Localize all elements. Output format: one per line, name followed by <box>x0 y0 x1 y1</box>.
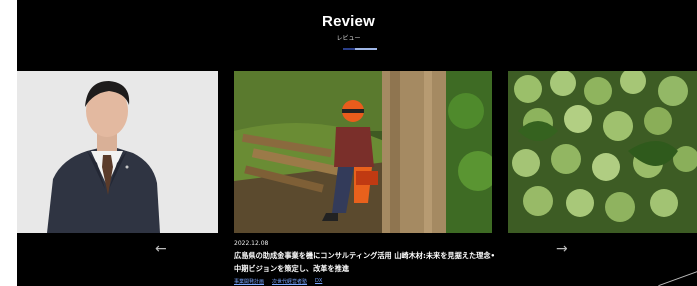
page-edge <box>0 0 17 286</box>
carousel-slide-prev[interactable] <box>17 71 218 233</box>
forestry-worker-image <box>234 71 492 233</box>
title-underline <box>343 48 377 50</box>
carousel-prev-button[interactable]: ← <box>155 241 167 257</box>
article-date: 2022.12.08 <box>234 240 269 247</box>
portrait-image <box>17 71 218 233</box>
tag-link[interactable]: 事業開発計画 <box>234 278 264 285</box>
arrow-right-icon: → <box>556 241 568 257</box>
carousel-slide-active[interactable] <box>234 71 492 233</box>
tag-link[interactable]: 次世代経営者塾 <box>272 278 307 285</box>
title-underline-light <box>355 48 377 50</box>
carousel-next-button[interactable]: → <box>556 241 568 257</box>
article-tags: 事業開発計画 次世代経営者塾 DX <box>234 278 322 285</box>
review-section: Review レビュー ← → 2022.12.08 広島県の助成金事業を機にコ… <box>0 0 697 286</box>
hops-image <box>508 71 697 233</box>
article-headline[interactable]: 広島県の助成金事業を機にコンサルティング活用 山崎木材:未来を見据えた理念•中期… <box>234 249 496 275</box>
section-title: Review <box>322 13 375 30</box>
tag-link[interactable]: DX <box>315 278 322 285</box>
arrow-left-icon: ← <box>155 241 167 257</box>
decorative-line <box>658 268 697 286</box>
carousel-slide-next[interactable] <box>508 71 697 233</box>
title-underline-dark <box>343 48 355 50</box>
section-subtitle: レビュー <box>336 35 361 42</box>
